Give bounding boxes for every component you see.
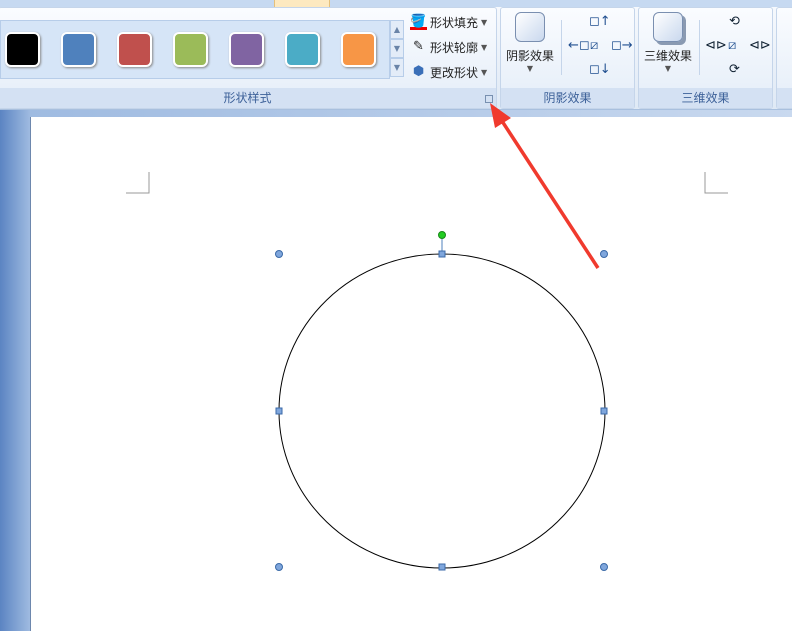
resize-handle-top-left[interactable] (275, 250, 283, 258)
resize-handle-right[interactable] (600, 407, 608, 415)
resize-handle-top[interactable] (438, 250, 446, 258)
resize-handle-bottom[interactable] (438, 563, 446, 571)
resize-handle-top-right[interactable] (600, 250, 608, 258)
circle-shape[interactable] (278, 253, 606, 569)
resize-handle-bottom-right[interactable] (600, 563, 608, 571)
rotate-handle[interactable] (438, 231, 446, 239)
red-annotation-arrow (490, 103, 600, 269)
canvas-overlay (126, 103, 728, 571)
resize-handle-bottom-left[interactable] (275, 563, 283, 571)
margin-corner-mark (704, 172, 728, 194)
resize-handle-left[interactable] (275, 407, 283, 415)
margin-corner-mark (126, 172, 150, 194)
